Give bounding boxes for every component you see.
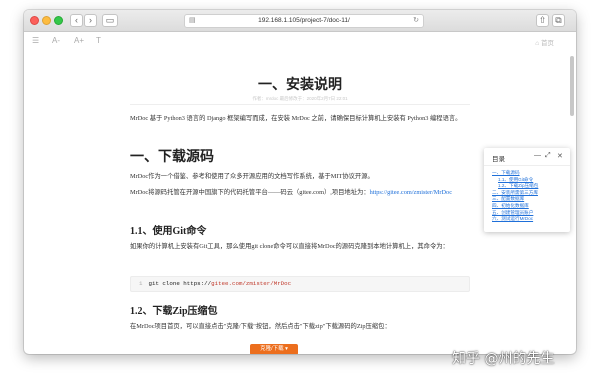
code-url: gitee.com/zmister/MrDoc [211, 280, 292, 287]
toc-title: 目录 [492, 156, 505, 163]
sidebar-icon[interactable]: ▭ [102, 14, 118, 27]
minimize-icon[interactable]: — [534, 152, 541, 159]
home-link[interactable]: ⌂ 首页 [535, 37, 554, 47]
toc-item[interactable]: 六、测试运行MrDoc [492, 216, 538, 223]
code-block: 1 git clone https://gitee.com/zmister/MrD… [130, 276, 470, 292]
back-icon[interactable]: ‹ [70, 14, 83, 27]
font-type-button[interactable]: T [96, 36, 101, 45]
page-title: 一、安装说明 [258, 78, 342, 93]
address-bar[interactable]: ▤ 192.168.1.105/project-7/doc-11/ ↻ [184, 14, 424, 28]
expand-icon[interactable]: ⤢ [545, 152, 551, 160]
code-line-number: 1 [139, 280, 143, 287]
reload-icon[interactable]: ↻ [413, 15, 419, 27]
watermark: 知乎 @州的先生 [452, 351, 555, 367]
share-icon[interactable]: ⇧ [536, 14, 549, 27]
hosted-paragraph: MrDoc将源码托管在开源中国旗下的代码托管平台——码云（gitee.com）,… [130, 188, 470, 198]
toc-panel: 目录 — ⤢ ✕ 一、下载源码 1.1、使用Git命令 1.2、下载Zip压缩包… [484, 148, 570, 232]
scrollbar[interactable] [570, 56, 574, 116]
close-window-button[interactable] [30, 16, 39, 25]
font-larger-button[interactable]: A+ [74, 36, 84, 45]
toc-item[interactable]: 四、初始化数据库 [492, 203, 538, 210]
toc-item[interactable]: 1.2、下载Zip压缩包 [492, 183, 538, 190]
font-smaller-button[interactable]: A- [52, 36, 60, 45]
doc-meta: 作者：mrdoc 最后修改于：2020年2月7日 22:01 [252, 96, 348, 101]
forward-icon[interactable]: › [84, 14, 97, 27]
heading-git: 1.1、使用Git命令 [130, 226, 207, 237]
tabs-icon[interactable]: ⧉ [552, 14, 565, 27]
hosted-text: MrDoc将源码托管在开源中国旗下的代码托管平台——码云（gitee.com）,… [130, 189, 370, 196]
heading-download: 一、下载源码 [130, 150, 214, 165]
browser-titlebar: ‹ › ▭ ▤ 192.168.1.105/project-7/doc-11/ … [24, 10, 576, 32]
clone-download-button[interactable]: 克隆/下载 ▾ [250, 344, 298, 354]
page-icon: ▤ [189, 17, 196, 24]
divider [130, 104, 470, 105]
toc-list: 一、下载源码 1.1、使用Git命令 1.2、下载Zip压缩包 二、安装所需第三… [492, 170, 538, 223]
license-paragraph: MrDoc作为一个借鉴、参考和使用了众多开源应用的文档写作系统，基于MIT协议开… [130, 173, 374, 180]
home-label: 首页 [541, 40, 554, 47]
zoom-window-button[interactable] [54, 16, 63, 25]
intro-paragraph: MrDoc 基于 Python3 语言的 Django 框架编写而成，在安装 M… [130, 115, 462, 122]
toc-header: 目录 — ⤢ ✕ [484, 148, 570, 166]
heading-zip: 1.2、下载Zip压缩包 [130, 306, 218, 317]
minimize-window-button[interactable] [42, 16, 51, 25]
code-prefix: git clone https:// [148, 280, 212, 287]
toc-item[interactable]: 一、下载源码 [492, 170, 538, 177]
url-text: 192.168.1.105/project-7/doc-11/ [258, 17, 350, 24]
zip-paragraph: 在MrDoc项目首页，可以直接点击"克隆/下载"按钮，然后点击"下载zip"下载… [130, 323, 391, 330]
gitee-link[interactable]: https://gitee.com/zmister/MrDoc [370, 189, 452, 196]
close-icon[interactable]: ✕ [557, 152, 563, 160]
git-paragraph: 如果你的计算机上安装有Git工具，那么使用git clone命令可以直接将MrD… [130, 243, 449, 250]
toc-item[interactable]: 三、配置数据库 [492, 196, 538, 203]
doc-toolbar: ☰ A- A+ T ⌂ 首页 [24, 32, 576, 52]
menu-icon[interactable]: ☰ [32, 36, 39, 45]
